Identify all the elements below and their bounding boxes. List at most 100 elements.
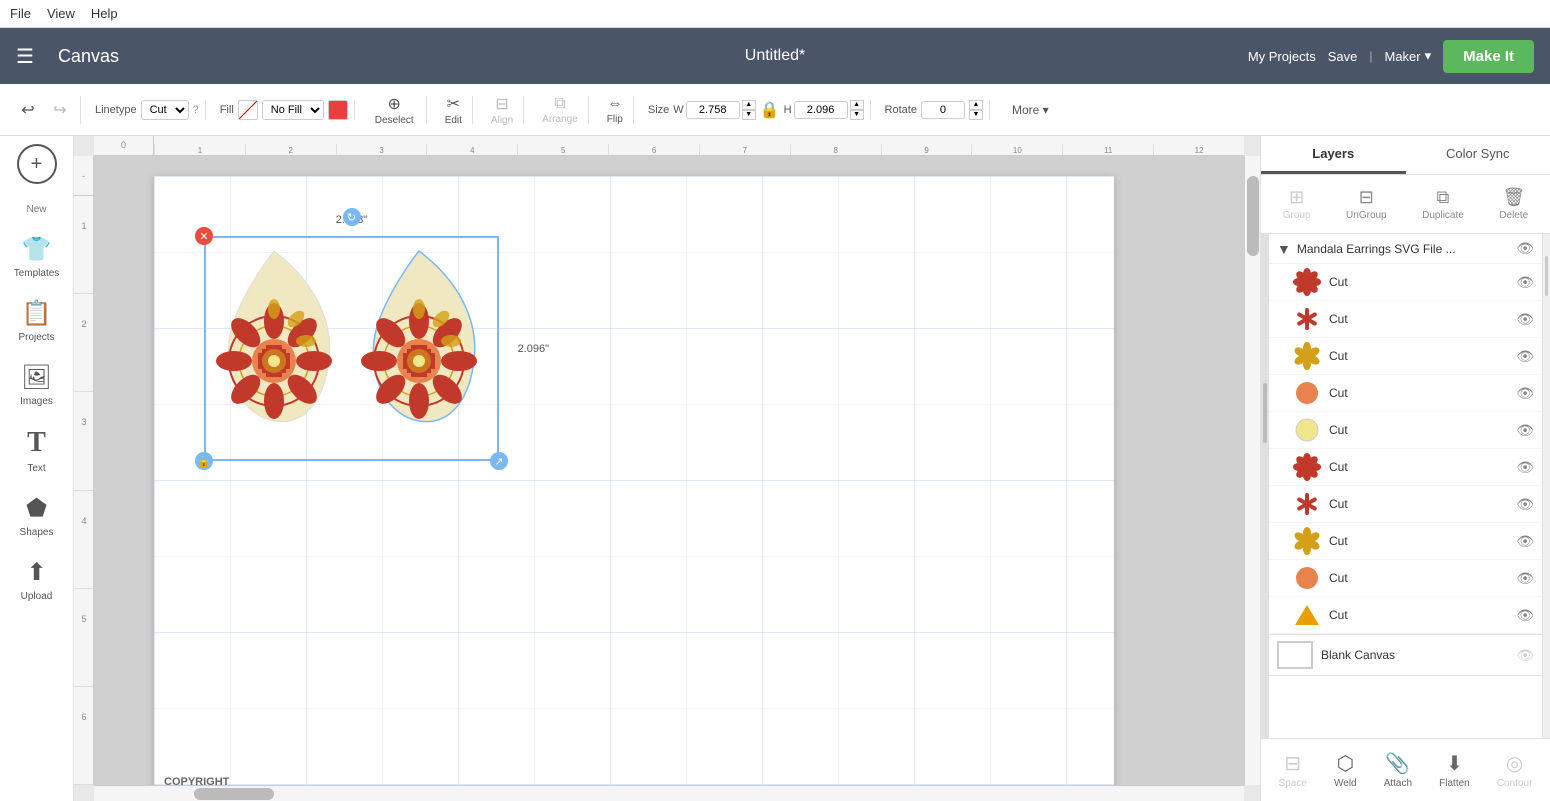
sidebar-item-projects[interactable]: 📋 Projects (5, 291, 69, 351)
lock-handle[interactable]: 🔒 (195, 452, 213, 470)
layer-item-6[interactable]: Cut 👁 (1269, 449, 1542, 486)
maker-dropdown-button[interactable]: Maker ▾ (1384, 48, 1431, 64)
layer-item-9[interactable]: Cut 👁 (1269, 560, 1542, 597)
layer-eye-6[interactable]: 👁 (1516, 459, 1534, 476)
linetype-question[interactable]: ? (193, 104, 199, 116)
make-it-button[interactable]: Make It (1443, 40, 1534, 73)
save-button[interactable]: Save (1328, 49, 1358, 64)
layers-scrollbar[interactable] (1542, 234, 1550, 738)
width-input[interactable] (686, 101, 740, 119)
v-scroll-thumb[interactable] (1247, 176, 1259, 256)
sidebar-item-images[interactable]: 🖼 Images (5, 355, 69, 415)
vertical-scrollbar[interactable] (1244, 156, 1260, 785)
more-button[interactable]: More ▾ (1004, 96, 1057, 124)
layer-eye-icon[interactable]: 👁 (1516, 240, 1534, 257)
width-up-button[interactable]: ▲ (742, 100, 756, 110)
blank-canvas-row[interactable]: Blank Canvas 👁 (1269, 634, 1542, 676)
templates-label: Templates (14, 268, 60, 279)
sidebar-item-text[interactable]: T Text (5, 419, 69, 482)
width-label: W (673, 104, 683, 116)
width-group: W ▲ ▼ (673, 100, 755, 120)
flatten-icon: ⬇ (1446, 751, 1463, 776)
layer-eye-4[interactable]: 👁 (1516, 385, 1534, 402)
layer-item-4[interactable]: Cut 👁 (1269, 375, 1542, 412)
deselect-group: ⊕ Deselect (363, 96, 427, 124)
height-input[interactable] (794, 101, 848, 119)
height-up-button[interactable]: ▲ (850, 100, 864, 110)
undo-button[interactable]: ↩ (14, 96, 42, 124)
layer-item-2[interactable]: Cut 👁 (1269, 301, 1542, 338)
layer-group-header[interactable]: ▼ Mandala Earrings SVG File ... 👁 (1269, 234, 1542, 264)
lock-proportions-icon[interactable]: 🔒 (760, 100, 780, 120)
layer-eye-1[interactable]: 👁 (1516, 274, 1534, 291)
horizontal-scrollbar[interactable] (94, 785, 1244, 801)
layer-icon-1 (1293, 268, 1321, 296)
layers-scroll-thumb[interactable] (1545, 256, 1548, 296)
fill-swatch[interactable] (238, 100, 258, 120)
linetype-select[interactable]: Cut (141, 100, 189, 120)
layer-item-1[interactable]: Cut 👁 (1269, 264, 1542, 301)
layer-eye-2[interactable]: 👁 (1516, 311, 1534, 328)
weld-tool[interactable]: ⬡ Weld (1328, 747, 1363, 793)
linetype-color-swatch[interactable] (328, 100, 348, 120)
rotate-input[interactable] (921, 101, 965, 119)
earring-container[interactable]: 2.758" 2.096" ↻ ✕ 🔒 ↗ (204, 236, 499, 461)
blank-canvas-eye-icon[interactable]: 👁 (1516, 647, 1534, 664)
layer-item-5[interactable]: Cut 👁 (1269, 412, 1542, 449)
arrange-button[interactable]: ⧉ Arrange (538, 96, 582, 124)
height-down-button[interactable]: ▼ (850, 110, 864, 120)
edit-button[interactable]: ✂ Edit (441, 96, 466, 124)
canvas-area[interactable]: 0 1 2 3 4 5 6 7 8 9 10 11 12 (74, 136, 1260, 801)
attach-tool[interactable]: 📎 Attach (1378, 747, 1418, 793)
sidebar-item-shapes[interactable]: ⬟ Shapes (5, 486, 69, 546)
new-button[interactable]: + (17, 144, 57, 184)
space-tool[interactable]: ⊟ Space (1273, 747, 1313, 793)
tab-layers[interactable]: Layers (1261, 136, 1406, 174)
width-down-button[interactable]: ▼ (742, 110, 756, 120)
sidebar-item-templates[interactable]: 👕 Templates (5, 227, 69, 287)
hamburger-menu-icon[interactable]: ☰ (16, 44, 34, 69)
layer-eye-3[interactable]: 👁 (1516, 348, 1534, 365)
flip-button[interactable]: ⇔ Flip (603, 96, 627, 124)
my-projects-button[interactable]: My Projects (1248, 49, 1316, 64)
layer-item-3[interactable]: Cut 👁 (1269, 338, 1542, 375)
sidebar-item-new[interactable]: New (5, 196, 69, 223)
canvas-white[interactable]: 2.758" 2.096" ↻ ✕ 🔒 ↗ (154, 176, 1114, 785)
resize-handle[interactable]: ↗ (490, 452, 508, 470)
blank-canvas-label: Blank Canvas (1321, 648, 1508, 662)
layer-collapse-icon[interactable]: ▼ (1277, 241, 1291, 257)
layer-eye-9[interactable]: 👁 (1516, 570, 1534, 587)
layer-item-10[interactable]: Cut 👁 (1269, 597, 1542, 634)
layer-eye-10[interactable]: 👁 (1516, 607, 1534, 624)
align-button[interactable]: ⊟ Align (487, 96, 517, 124)
rotate-handle[interactable]: ↻ (343, 208, 361, 226)
canvas-viewport[interactable]: 2.758" 2.096" ↻ ✕ 🔒 ↗ (94, 156, 1244, 785)
h-scroll-thumb[interactable] (194, 788, 274, 800)
menu-view[interactable]: View (47, 6, 75, 21)
duplicate-tool[interactable]: ⧉ Duplicate (1414, 183, 1472, 225)
layer-icon-7 (1293, 490, 1321, 518)
layer-eye-8[interactable]: 👁 (1516, 533, 1534, 550)
sidebar-item-upload[interactable]: ⬆ Upload (5, 550, 69, 610)
rotate-down-button[interactable]: ▼ (969, 110, 983, 120)
group-tool[interactable]: ⊞ Group (1275, 183, 1319, 225)
arrange-group: ⧉ Arrange (532, 96, 589, 124)
group-icon: ⊞ (1289, 187, 1304, 208)
layer-eye-5[interactable]: 👁 (1516, 422, 1534, 439)
ungroup-tool[interactable]: ⊟ UnGroup (1338, 183, 1395, 225)
layer-eye-7[interactable]: 👁 (1516, 496, 1534, 513)
close-handle[interactable]: ✕ (195, 227, 213, 245)
contour-tool[interactable]: ◎ Contour (1491, 747, 1539, 793)
redo-button[interactable]: ↪ (46, 96, 74, 124)
rotate-up-button[interactable]: ▲ (969, 100, 983, 110)
menu-help[interactable]: Help (91, 6, 118, 21)
fill-select[interactable]: No Fill (262, 100, 324, 120)
layer-item-8[interactable]: Cut 👁 (1269, 523, 1542, 560)
tab-color-sync[interactable]: Color Sync (1406, 136, 1550, 174)
layer-icon-3 (1293, 342, 1321, 370)
deselect-button[interactable]: ⊕ Deselect (369, 96, 420, 124)
delete-tool[interactable]: 🗑 Delete (1491, 183, 1536, 225)
layer-item-7[interactable]: Cut 👁 (1269, 486, 1542, 523)
menu-file[interactable]: File (10, 6, 31, 21)
flatten-tool[interactable]: ⬇ Flatten (1433, 747, 1476, 793)
